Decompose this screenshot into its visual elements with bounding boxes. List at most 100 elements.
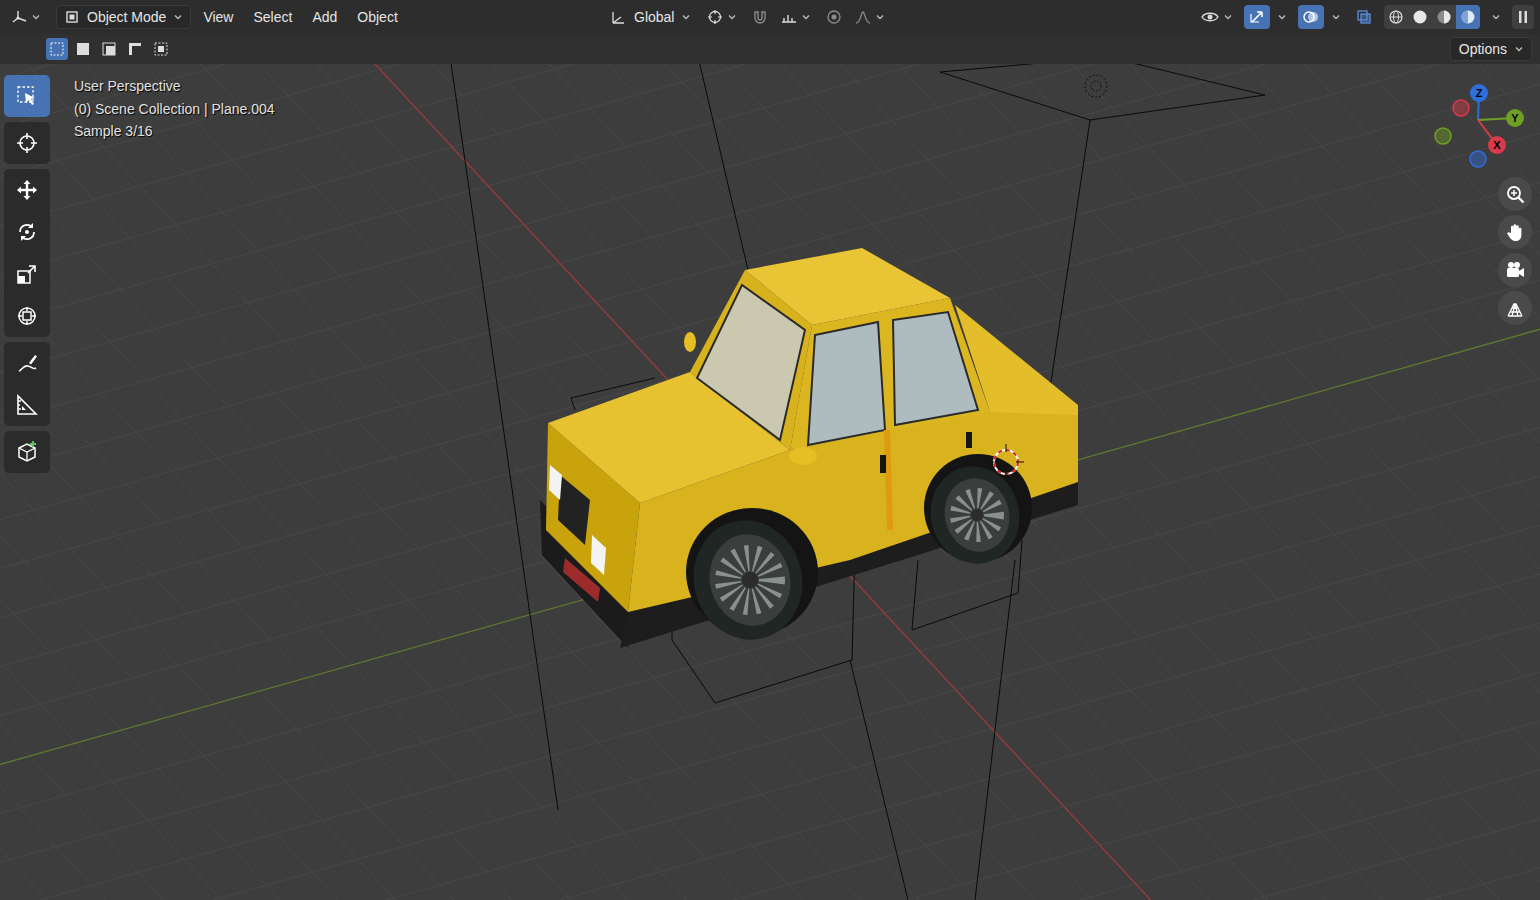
- gizmo-arrow-icon: [1248, 9, 1266, 25]
- chevron-icon: [1278, 14, 1286, 20]
- pause-icon: [1518, 10, 1528, 24]
- negative-axis-handle[interactable]: [1470, 151, 1486, 167]
- axis-ball[interactable]: [1488, 136, 1506, 154]
- shading-mode-button[interactable]: [1384, 5, 1408, 29]
- orientation-dropdown[interactable]: Global: [606, 5, 694, 29]
- render-sample-count: Sample 3/16: [74, 120, 275, 143]
- tool-icon: [15, 440, 39, 464]
- tool-icon: [15, 351, 39, 375]
- axis-handle[interactable]: Z: [1470, 84, 1488, 102]
- viewport-pause-button[interactable]: [1512, 5, 1534, 29]
- tool-button[interactable]: [4, 295, 50, 337]
- chevron-icon: [32, 14, 40, 20]
- gizmo-toggle-options[interactable]: [1274, 5, 1290, 29]
- viewport-header: Object Mode ViewSelectAddObject Global: [0, 0, 1540, 34]
- chevron-icon: [174, 14, 182, 20]
- tool-group: [4, 75, 50, 117]
- snap-options-button[interactable]: [776, 5, 814, 29]
- overlay-toggle-options[interactable]: [1328, 5, 1344, 29]
- camera-icon: [1505, 260, 1525, 280]
- mode-dropdown[interactable]: Object Mode: [56, 5, 191, 29]
- navigation-gizmo[interactable]: Z Y X: [1428, 80, 1538, 180]
- chevron-icon: [1492, 14, 1500, 20]
- selection-mode-button[interactable]: [124, 38, 146, 60]
- snap-increment-icon: [780, 9, 798, 25]
- selection-mode-button[interactable]: [72, 38, 94, 60]
- editor-type-button[interactable]: [6, 5, 44, 29]
- zoom-icon: [1505, 184, 1525, 204]
- tool-icon: [15, 178, 39, 202]
- chevron-icon: [682, 14, 690, 20]
- active-collection: (0) Scene Collection | Plane.004: [74, 98, 275, 121]
- visibility-button[interactable]: [1196, 5, 1236, 29]
- chevron-icon: [1515, 46, 1523, 52]
- selection-mode-icon: [101, 41, 117, 57]
- snap-toggle[interactable]: [748, 5, 772, 29]
- tool-button[interactable]: [4, 211, 50, 253]
- taxi-car-model[interactable]: [540, 248, 1078, 652]
- viewport-navigation-button[interactable]: [1498, 253, 1532, 287]
- tool-button[interactable]: [4, 75, 50, 117]
- orientation-icon: [610, 9, 626, 25]
- viewport-info: User Perspective(0) Scene Collection | P…: [74, 75, 275, 143]
- options-dropdown[interactable]: Options: [1450, 37, 1532, 61]
- axis-ball[interactable]: [1470, 84, 1488, 102]
- object-mode-icon: [65, 10, 79, 24]
- negative-axis-handle[interactable]: [1453, 100, 1469, 116]
- shading-mode-icon: [1460, 9, 1476, 25]
- chevron-icon: [876, 14, 884, 20]
- xray-toggle[interactable]: [1352, 5, 1376, 29]
- viewport-navigation-button[interactable]: [1498, 177, 1532, 211]
- tool-icon: [15, 393, 39, 417]
- shading-mode-button[interactable]: [1432, 5, 1456, 29]
- view3d-icon: [10, 9, 28, 25]
- tool-group: [4, 342, 50, 426]
- view-name: User Perspective: [74, 75, 275, 98]
- tool-button[interactable]: [4, 431, 50, 473]
- overlay-toggle[interactable]: [1298, 5, 1324, 29]
- viewport-navigation-button[interactable]: [1498, 215, 1532, 249]
- selection-mode-button[interactable]: [98, 38, 120, 60]
- options-label: Options: [1459, 39, 1507, 60]
- axis-handle[interactable]: X: [1488, 136, 1506, 154]
- shading-mode-button[interactable]: [1408, 5, 1432, 29]
- tool-button[interactable]: [4, 384, 50, 426]
- viewport[interactable]: User Perspective(0) Scene Collection | P…: [0, 64, 1540, 900]
- 3d-cursor[interactable]: [988, 444, 1024, 480]
- menu-item[interactable]: Object: [349, 5, 405, 29]
- eye-icon: [1200, 9, 1220, 25]
- tool-icon: [15, 220, 39, 244]
- menu-item[interactable]: Select: [245, 5, 300, 29]
- proportional-editing-toggle[interactable]: [822, 5, 846, 29]
- shading-mode-button[interactable]: [1456, 5, 1480, 29]
- axis-ball[interactable]: [1506, 109, 1524, 127]
- shading-options[interactable]: [1488, 5, 1504, 29]
- tool-icon: [15, 262, 39, 286]
- menu-item[interactable]: View: [195, 5, 241, 29]
- mode-label: Object Mode: [87, 7, 166, 28]
- selection-mode-icon: [127, 41, 143, 57]
- axis-handle[interactable]: Y: [1506, 109, 1524, 127]
- tool-button[interactable]: [4, 342, 50, 384]
- xray-icon: [1356, 9, 1372, 25]
- viewport-navigation-button[interactable]: [1498, 291, 1532, 325]
- axis-label: Y: [1511, 112, 1519, 124]
- negative-axis-handle[interactable]: [1435, 128, 1451, 144]
- chevron-icon: [728, 14, 736, 20]
- tool-group: [4, 431, 50, 473]
- falloff-button[interactable]: [850, 5, 888, 29]
- gizmo-toggle[interactable]: [1244, 5, 1270, 29]
- selection-mode-button[interactable]: [46, 38, 68, 60]
- selection-mode-button[interactable]: [150, 38, 172, 60]
- pivot-point-button[interactable]: [702, 5, 740, 29]
- tool-group: [4, 169, 50, 337]
- falloff-icon: [854, 9, 872, 25]
- scene-canvas[interactable]: [0, 64, 1540, 900]
- menu-item[interactable]: Add: [304, 5, 345, 29]
- wireframe-objects[interactable]: [447, 64, 1265, 900]
- shading-mode-icon: [1436, 9, 1452, 25]
- tool-button[interactable]: [4, 169, 50, 211]
- tool-button[interactable]: [4, 253, 50, 295]
- axis-label: X: [1493, 139, 1501, 151]
- tool-button[interactable]: [4, 122, 50, 164]
